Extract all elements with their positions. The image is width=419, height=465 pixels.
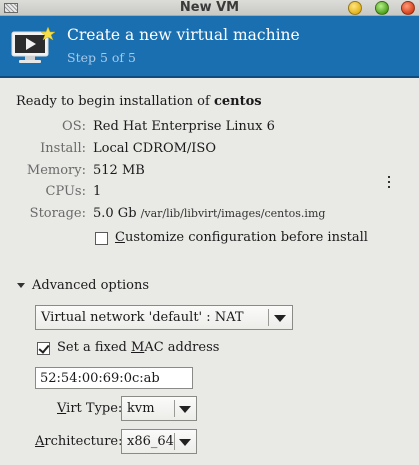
install-label: Install: [40,141,86,156]
memory-label: Memory: [26,163,86,178]
storage-value: 5.0 Gb /var/lib/libvirt/images/centos.im… [93,206,325,221]
chevron-down-icon [179,406,191,413]
summary-row-memory: Memory: 512 MB [0,163,419,181]
monitor-play-icon [11,26,56,63]
architecture-selected: x86_64 [127,434,174,449]
wizard-header: Create a new virtual machine Step 5 of 5 [0,16,419,78]
os-value: Red Hat Enterprise Linux 6 [93,119,275,134]
customize-label[interactable]: Customize configuration before install [115,230,368,245]
wizard-step: Step 5 of 5 [67,50,136,65]
architecture-label: Architecture: [35,434,123,449]
virt-type-selected: kvm [127,401,155,416]
chevron-down-icon [274,315,286,322]
expander-arrow-icon[interactable] [17,283,25,288]
fixed-mac-label[interactable]: Set a fixed MAC address [57,340,219,355]
virt-type-label: Virt Type: [57,401,123,416]
cpus-label: CPUs: [45,184,86,199]
window-titlebar[interactable]: New VM [0,0,419,16]
minimize-button[interactable] [348,1,362,15]
close-button[interactable] [401,1,415,15]
memory-value: 512 MB [93,163,145,178]
more-options-icon[interactable] [388,176,391,190]
wizard-title: Create a new virtual machine [67,26,300,44]
fixed-mac-checkbox[interactable] [37,342,50,355]
storage-size: 5.0 Gb [93,206,137,221]
wizard-content: Ready to begin installation of centos OS… [0,80,419,465]
ready-text: Ready to begin installation of centos [16,94,262,109]
summary-row-os: OS: Red Hat Enterprise Linux 6 [0,119,419,137]
customize-checkbox[interactable] [95,232,108,245]
mac-address-input[interactable] [36,368,192,388]
advanced-options-toggle[interactable]: Advanced options [32,278,149,293]
chevron-down-icon [179,439,191,446]
maximize-button[interactable] [375,1,389,15]
cpus-value: 1 [93,184,102,199]
network-select[interactable]: Virtual network 'default' : NAT [35,305,293,330]
install-value: Local CDROM/ISO [93,141,216,156]
network-selected: Virtual network 'default' : NAT [41,310,244,325]
summary-row-storage: Storage: 5.0 Gb /var/lib/libvirt/images/… [0,206,419,224]
summary-row-cpus: CPUs: 1 [0,184,419,202]
architecture-select[interactable]: x86_64 [121,429,197,454]
mac-address-field[interactable] [35,367,193,389]
os-label: OS: [62,119,86,134]
summary-row-install: Install: Local CDROM/ISO [0,141,419,159]
storage-label: Storage: [29,206,86,221]
vm-name: centos [213,94,262,109]
storage-path: /var/lib/libvirt/images/centos.img [140,207,326,220]
ready-prefix: Ready to begin installation of [16,94,214,109]
virt-type-select[interactable]: kvm [121,396,197,421]
